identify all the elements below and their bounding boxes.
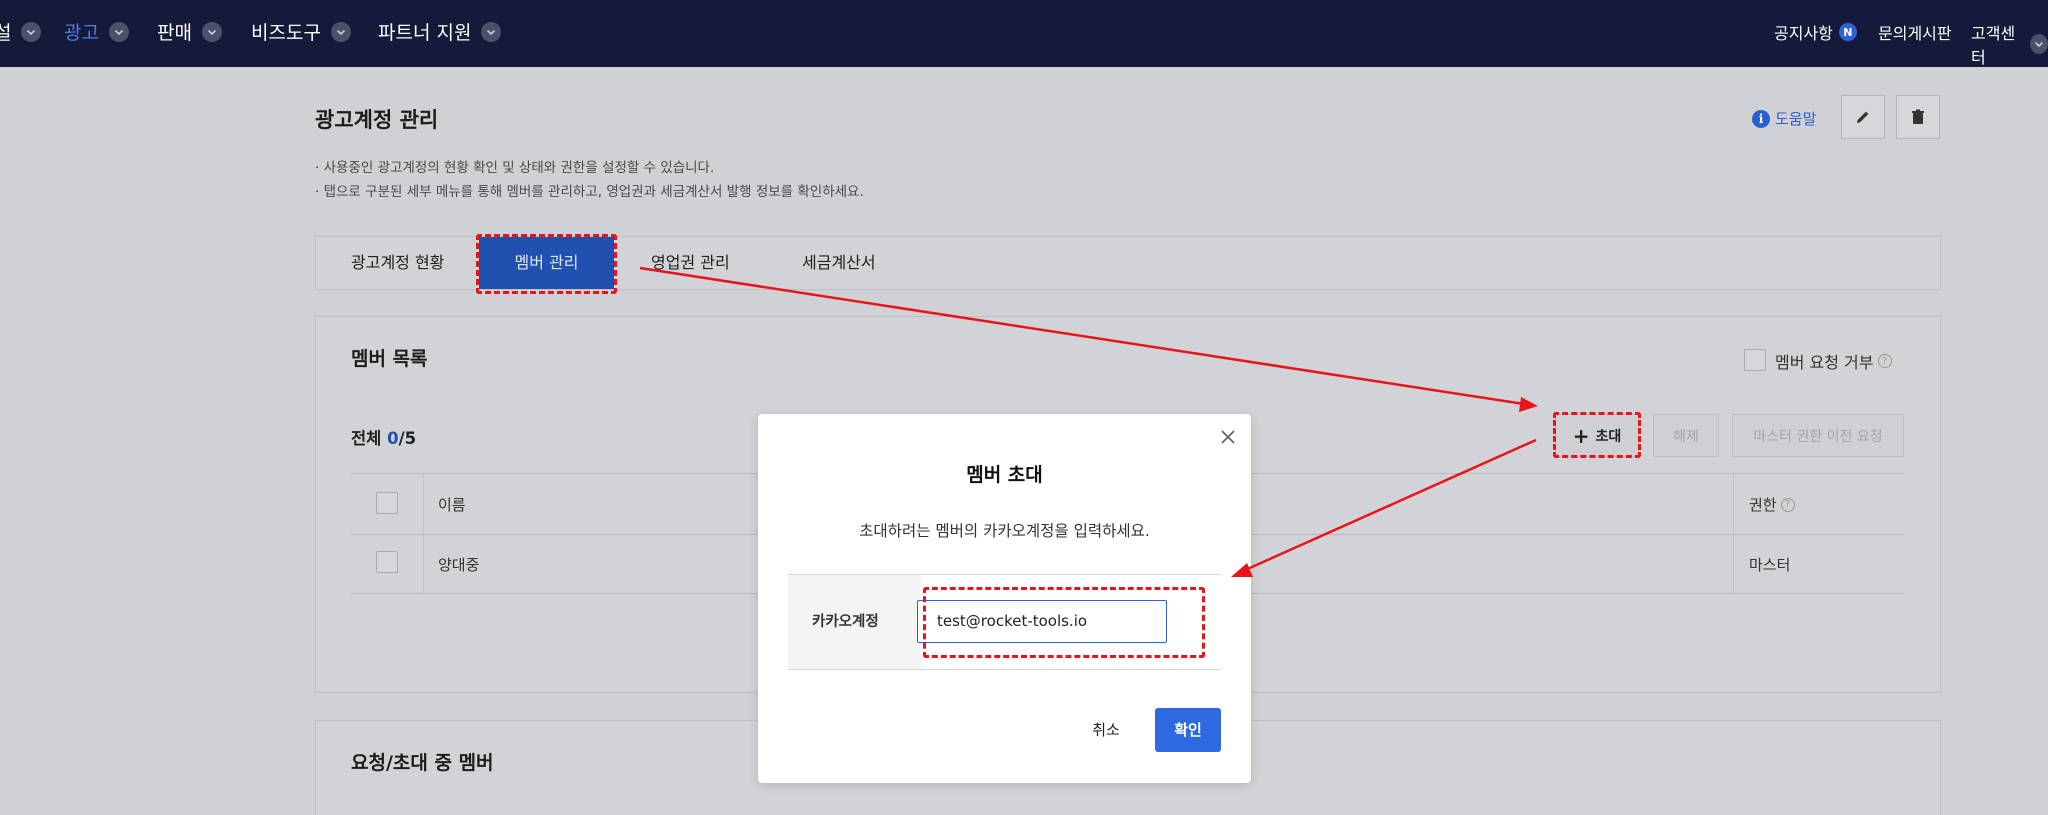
notice-link[interactable]: 공지사항 N <box>1774 20 1857 44</box>
info-icon: i <box>1752 109 1770 128</box>
edit-button[interactable] <box>1841 95 1885 139</box>
chevron-down-icon <box>2030 34 2048 54</box>
chevron-down-icon <box>108 21 129 42</box>
description-text: 탭으로 구분된 세부 메뉴를 통해 멤버를 관리하고, 영업권과 세금계산서 발… <box>323 184 864 200</box>
close-icon[interactable] <box>1217 426 1239 448</box>
reject-requests-label: 멤버 요청 거부 ? <box>1775 349 1892 373</box>
inquiry-board-label: 문의게시판 <box>1878 24 1952 43</box>
reject-requests-checkbox[interactable] <box>1744 349 1766 371</box>
nav-item-label: 비즈도구 <box>251 22 321 44</box>
help-label: 도움말 <box>1775 110 1817 128</box>
annotation-highlight-tab <box>476 234 617 294</box>
page-description-1: · 사용중인 광고계정의 현황 확인 및 상태와 권한을 설정할 수 있습니다. <box>315 160 715 176</box>
modal-description: 초대하려는 멤버의 카카오계정을 입력하세요. <box>859 522 1150 540</box>
customer-center-label: 고객센터 <box>1971 24 2016 67</box>
annotation-highlight-input <box>923 587 1205 658</box>
tab-tax-invoice[interactable]: 세금계산서 <box>802 237 876 289</box>
nav-item-ads[interactable]: 광고 <box>64 18 129 45</box>
nav-item-biz-tools[interactable]: 비즈도구 <box>251 18 351 45</box>
column-header-name: 이름 <box>438 496 466 514</box>
confirm-button[interactable]: 확인 <box>1155 708 1221 752</box>
description-text: 사용중인 광고계정의 현황 확인 및 상태와 권한을 설정할 수 있습니다. <box>323 160 715 176</box>
help-link[interactable]: i 도움말 <box>1752 108 1816 129</box>
member-list-title: 멤버 목록 <box>351 348 428 370</box>
tab-account-status[interactable]: 광고계정 현황 <box>351 237 444 289</box>
question-icon: ? <box>1877 354 1892 368</box>
pencil-icon <box>1857 111 1869 123</box>
release-button[interactable]: 해제 <box>1653 414 1719 457</box>
total-max: /5 <box>398 429 417 448</box>
chevron-down-icon <box>201 21 222 42</box>
chevron-down-icon <box>21 21 42 42</box>
column-divider <box>423 474 424 593</box>
select-all-checkbox[interactable] <box>376 492 398 514</box>
inquiry-board-link[interactable]: 문의게시판 <box>1878 20 1952 44</box>
delete-button[interactable] <box>1896 95 1940 139</box>
page-description-2: · 탭으로 구분된 세부 메뉴를 통해 멤버를 관리하고, 영업권과 세금계산서… <box>315 184 864 200</box>
new-badge: N <box>1838 23 1857 41</box>
modal-title: 멤버 초대 <box>966 464 1043 486</box>
transfer-master-button[interactable]: 마스터 권한 이전 요청 <box>1732 414 1904 457</box>
column-header-role: 권한 ? <box>1749 494 1795 515</box>
role-header-text: 권한 <box>1749 496 1777 514</box>
total-count: 0 <box>387 429 399 448</box>
nav-item-partner-support[interactable]: 파트너 지원 <box>378 18 502 45</box>
chevron-down-icon <box>481 21 502 42</box>
nav-item-sales[interactable]: 판매 <box>157 18 222 45</box>
chevron-down-icon <box>330 21 351 42</box>
customer-center-link[interactable]: 고객센터 <box>1971 20 2048 68</box>
row-checkbox[interactable] <box>376 551 398 573</box>
member-total: 전체 0/5 <box>351 425 416 449</box>
cancel-button[interactable]: 취소 <box>1076 708 1136 752</box>
nav-item-partial[interactable]: 설 <box>0 18 42 45</box>
trash-icon <box>1912 109 1924 124</box>
annotation-highlight-invite <box>1553 412 1641 458</box>
nav-item-label: 광고 <box>64 22 99 44</box>
total-label: 전체 <box>351 429 382 448</box>
pending-members-title: 요청/초대 중 멤버 <box>351 752 494 774</box>
nav-item-label: 파트너 지원 <box>378 22 472 44</box>
kakao-account-label: 카카오계정 <box>788 575 921 669</box>
reject-requests-text: 멤버 요청 거부 <box>1775 353 1874 372</box>
top-navigation: 설 광고 판매 비즈도구 파트너 지원 공지사항 N 문의게시판 고객센터 <box>0 0 2048 67</box>
member-name: 양대중 <box>438 556 480 574</box>
member-role: 마스터 <box>1749 556 1791 574</box>
notice-label: 공지사항 <box>1774 24 1833 43</box>
column-divider <box>1733 474 1734 593</box>
page-title: 광고계정 관리 <box>315 108 439 132</box>
nav-item-label: 설 <box>0 22 12 44</box>
tab-sales-rights[interactable]: 영업권 관리 <box>651 237 730 289</box>
nav-item-label: 판매 <box>157 22 192 44</box>
question-icon: ? <box>1780 497 1795 512</box>
